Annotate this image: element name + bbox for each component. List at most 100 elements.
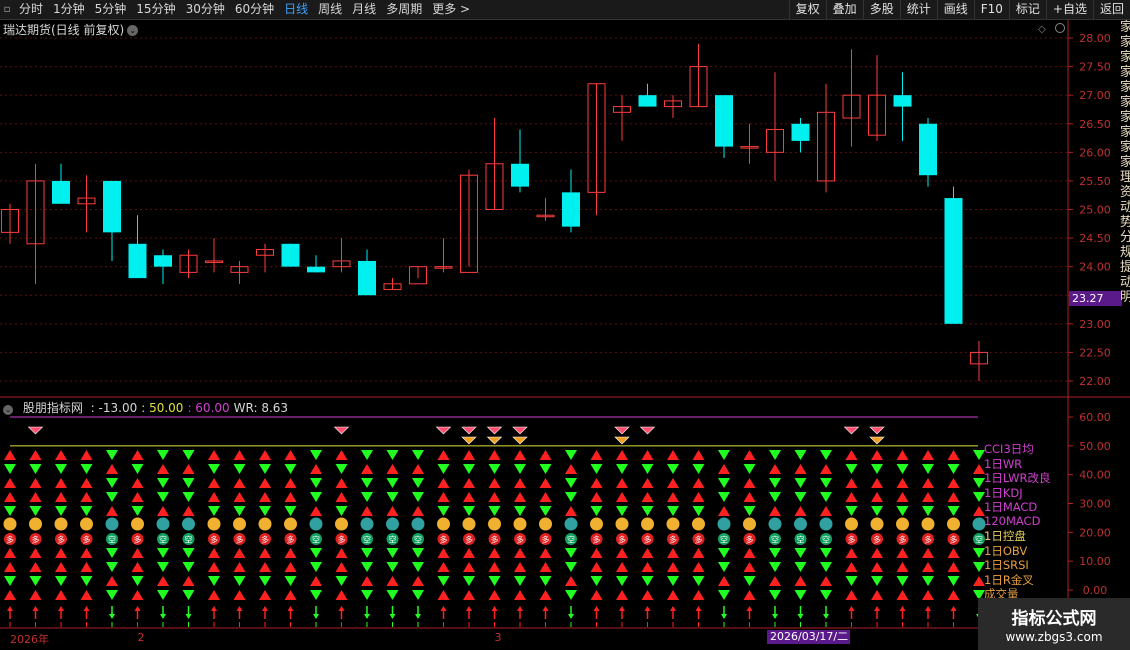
gem-icon (333, 426, 350, 435)
down-triangle (182, 548, 195, 558)
down-triangle (310, 562, 322, 572)
up-triangle (845, 590, 858, 600)
up-triangle (259, 492, 271, 502)
down-triangle (743, 576, 756, 586)
badge-text: 空 (389, 535, 397, 545)
up-triangle (463, 548, 475, 558)
badge-text: 多 (899, 535, 907, 545)
up-triangle (743, 478, 756, 488)
down-triangle (157, 478, 169, 488)
up-triangle (667, 562, 679, 572)
signal-circle-icon (131, 517, 144, 531)
down-triangle (539, 506, 552, 516)
down-triangle (820, 478, 832, 488)
down-triangle (361, 450, 373, 460)
signal-circle-icon (411, 517, 425, 531)
up-triangle (590, 450, 603, 460)
gem-icon (512, 426, 528, 435)
down-arrow-icon (185, 614, 192, 619)
badge-text: 多 (695, 535, 703, 545)
signal-circle-icon (207, 517, 221, 531)
signal-circle-icon (896, 517, 909, 531)
down-arrow-icon (721, 614, 727, 619)
chevron-down-icon[interactable]: ⌄ (3, 405, 13, 415)
up-triangle (692, 450, 705, 460)
up-triangle (616, 492, 628, 502)
signal-circle-icon (462, 517, 476, 531)
down-triangle (616, 576, 628, 586)
up-triangle (335, 478, 348, 488)
up-triangle (131, 590, 144, 600)
down-triangle (361, 590, 373, 600)
up-triangle (488, 590, 501, 600)
down-triangle (284, 576, 297, 586)
up-triangle (4, 548, 16, 558)
price-tick-label: 26.00 (1079, 146, 1111, 159)
x-axis-label-1: 2 (137, 631, 145, 644)
candle-body (919, 123, 937, 176)
up-triangle (259, 450, 271, 460)
badge-text: 多 (134, 535, 142, 545)
down-triangle (80, 506, 93, 516)
up-triangle (871, 478, 883, 488)
down-triangle (437, 576, 450, 586)
up-triangle (131, 450, 144, 460)
up-triangle (514, 478, 526, 488)
up-triangle (539, 562, 552, 572)
signal-circle-icon (335, 517, 348, 531)
down-triangle (769, 562, 781, 572)
up-triangle (284, 562, 297, 572)
up-triangle (616, 548, 628, 558)
current-price-tag: 23.27 (1069, 291, 1122, 306)
badge-text: 多 (924, 535, 932, 545)
gem-icon (435, 426, 452, 435)
down-triangle (871, 576, 883, 586)
down-triangle (412, 450, 424, 460)
indicator-name: 股朋指标网 (22, 401, 83, 415)
price-tick-label: 22.50 (1079, 346, 1111, 359)
up-triangle (896, 548, 909, 558)
up-triangle (896, 562, 909, 572)
signal-circle-icon (641, 517, 654, 531)
up-triangle (871, 548, 883, 558)
up-triangle (947, 450, 960, 460)
up-triangle (896, 478, 909, 488)
down-triangle (29, 506, 42, 516)
up-triangle (794, 506, 807, 516)
badge-text: 多 (618, 535, 626, 545)
gold-gem-icon (869, 436, 885, 445)
signal-circle-icon (819, 517, 833, 531)
up-triangle (692, 492, 705, 502)
down-triangle (769, 492, 781, 502)
down-triangle (182, 492, 195, 502)
up-triangle (590, 478, 603, 488)
up-triangle (233, 492, 246, 502)
down-triangle (157, 548, 169, 558)
up-triangle (692, 562, 705, 572)
badge-text: 多 (236, 535, 244, 545)
up-triangle (641, 450, 654, 460)
candle-body (944, 198, 963, 324)
down-triangle (55, 464, 67, 474)
up-triangle (743, 562, 756, 572)
up-triangle (386, 506, 399, 516)
price-tick-label: 24.00 (1079, 261, 1111, 274)
candle-body (358, 260, 376, 296)
signal-circle-icon (105, 517, 119, 531)
down-triangle (820, 562, 832, 572)
badge-text: 多 (440, 535, 448, 545)
down-triangle (55, 506, 67, 516)
down-arrow-icon (823, 614, 829, 619)
up-triangle (106, 464, 118, 474)
up-arrow-icon (466, 606, 472, 611)
signal-circle-icon (488, 517, 501, 531)
down-triangle (769, 478, 781, 488)
down-triangle (488, 506, 501, 516)
indicator-value-1: : 50.00 (141, 401, 184, 415)
up-triangle (335, 450, 348, 460)
down-triangle (565, 450, 577, 460)
cursor-date: 2026/03/17/二 (767, 630, 850, 644)
down-arrow-icon (109, 614, 115, 619)
down-triangle (80, 464, 93, 474)
down-triangle (182, 478, 195, 488)
